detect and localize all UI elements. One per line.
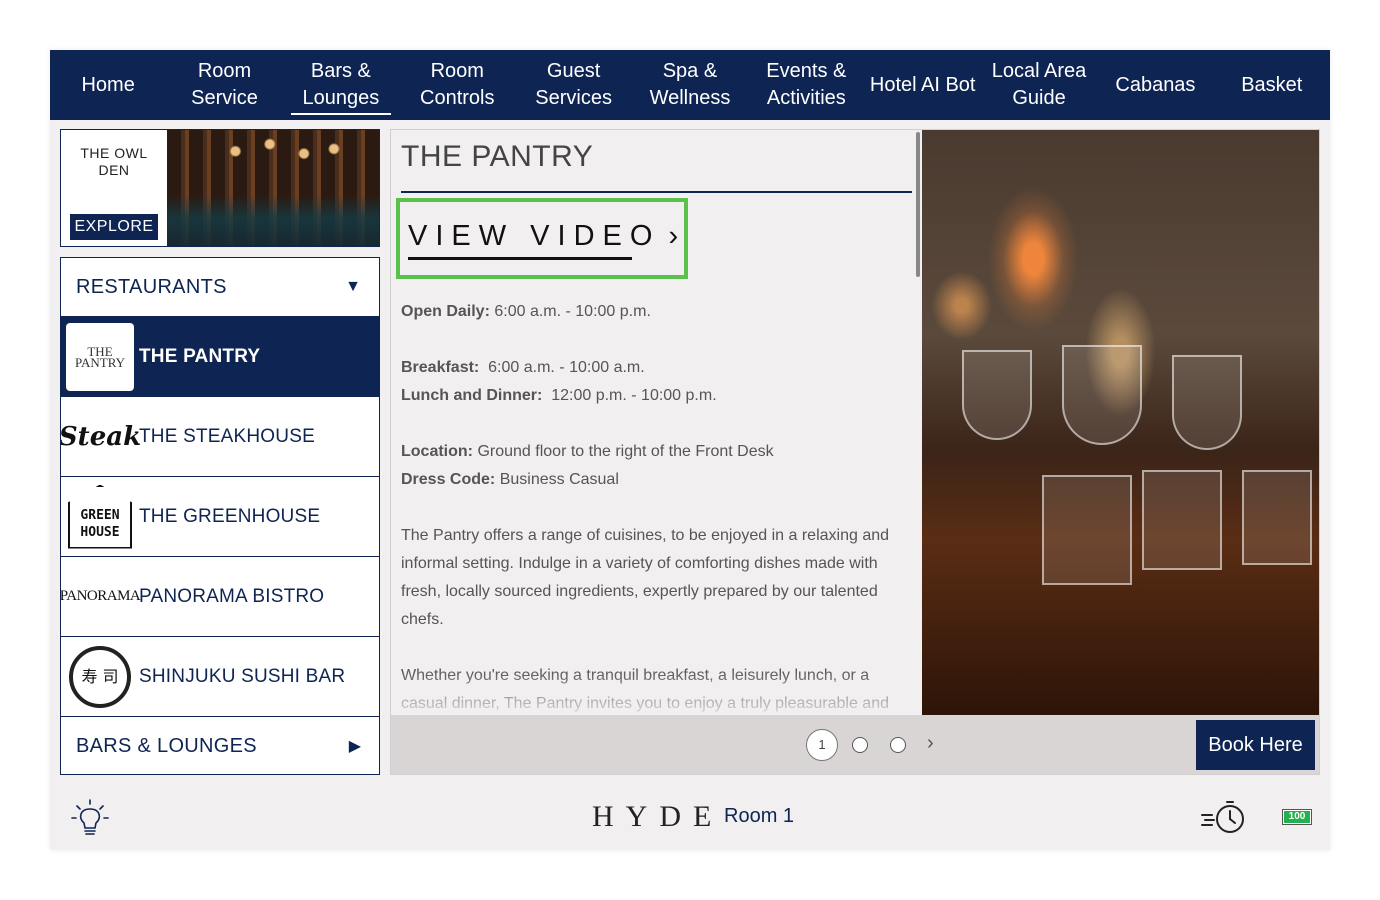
battery-level: 100 (1284, 811, 1310, 823)
wine-glass-image (1062, 345, 1142, 445)
panorama-logo: PANORAMA (60, 557, 141, 637)
wine-glass-image (1172, 355, 1242, 450)
nav-spa-wellness[interactable]: Spa & Wellness (632, 50, 748, 120)
restaurants-dropdown[interactable]: RESTAURANTS ▼ (61, 258, 379, 317)
page-dot-1[interactable]: 1 (806, 729, 838, 761)
room-label: Room 1 (724, 805, 795, 827)
venue-detail-panel: THE PANTRY VIEW VIDEO › Open Daily: 6:00… (390, 129, 1320, 775)
steakhouse-logo: Steak (60, 397, 142, 477)
page-dot-3[interactable] (890, 737, 906, 753)
timer-icon[interactable] (1200, 797, 1248, 837)
description-paragraph-2: Whether you're seeking a tranquil breakf… (401, 667, 889, 712)
view-video-text: VIEW VIDEO (408, 220, 661, 252)
menu-item-shinjuku-sushi-bar[interactable]: 寿 司 SHINJUKU SUSHI BAR (61, 637, 379, 717)
venue-menu: RESTAURANTS ▼ THE PANTRY THE PANTRY Stea… (60, 257, 380, 775)
venue-info: Open Daily: 6:00 a.m. - 10:00 p.m. Break… (401, 298, 916, 715)
dress-code: Dress Code: Business Casual (401, 471, 619, 488)
nav-room-controls[interactable]: Room Controls (399, 50, 515, 120)
nav-basket[interactable]: Basket (1214, 50, 1330, 120)
pantry-logo-mark: THE PANTRY (66, 322, 134, 391)
top-nav: Home Room Service Bars & Lounges Room Co… (50, 50, 1330, 120)
venue-detail-text[interactable]: THE PANTRY VIEW VIDEO › Open Daily: 6:00… (391, 130, 921, 715)
featured-venue-title: THE OWL DEN (80, 145, 148, 178)
panorama-logo-mark: PANORAMA (60, 588, 141, 604)
view-video-button[interactable]: VIEW VIDEO › (396, 198, 688, 279)
app-window: Home Room Service Bars & Lounges Room Co… (50, 50, 1330, 850)
nav-local-area-guide[interactable]: Local Area Guide (981, 50, 1097, 120)
menu-item-label: PANORAMA BISTRO (139, 585, 325, 607)
title-divider (401, 191, 912, 193)
featured-venue-info: THE OWL DEN EXPLORE (61, 130, 167, 246)
venue-photo (922, 130, 1319, 715)
view-video-underline (408, 257, 632, 260)
view-video-label: VIEW VIDEO › (408, 220, 678, 253)
tumbler-image (1042, 475, 1132, 585)
lunch-dinner-hours: Lunch and Dinner: 12:00 p.m. - 10:00 p.m… (401, 387, 717, 404)
page-title: THE PANTRY (401, 140, 594, 173)
greenhouse-logo: GREEN HOUSE (61, 477, 139, 557)
breakfast-hours: Breakfast: 6:00 a.m. - 10:00 a.m. (401, 359, 645, 376)
wine-glass-image (962, 350, 1032, 440)
restaurants-dropdown-label: RESTAURANTS (76, 275, 227, 298)
sushi-logo: 寿 司 (61, 637, 139, 717)
next-page-chevron-icon[interactable]: › (927, 732, 934, 755)
hotel-brand-logo: HYDE (592, 800, 724, 833)
nav-events-activities[interactable]: Events & Activities (748, 50, 864, 120)
nav-guest-services[interactable]: Guest Services (515, 50, 631, 120)
caret-down-icon: ▼ (345, 278, 361, 295)
menu-item-label: THE GREENHOUSE (139, 505, 321, 527)
menu-item-the-greenhouse[interactable]: GREEN HOUSE THE GREENHOUSE (61, 477, 379, 557)
explore-button[interactable]: EXPLORE (70, 214, 158, 240)
steakhouse-logo-mark: Steak (60, 421, 142, 452)
caret-right-icon: ▶ (348, 738, 361, 755)
featured-venue-card[interactable]: THE OWL DEN EXPLORE (60, 129, 380, 247)
menu-item-label: SHINJUKU SUSHI BAR (139, 665, 346, 687)
nav-bars-lounges[interactable]: Bars & Lounges (283, 50, 399, 120)
tumbler-image (1142, 470, 1222, 570)
nav-cabanas[interactable]: Cabanas (1097, 50, 1213, 120)
chevron-right-icon: › (660, 220, 679, 252)
bars-lounges-label: BARS & LOUNGES (76, 734, 257, 757)
pantry-logo: THE PANTRY (61, 317, 139, 397)
tumbler-image (1242, 470, 1312, 565)
greenhouse-logo-mark: GREEN HOUSE (68, 484, 132, 549)
menu-item-label: THE STEAKHOUSE (139, 425, 315, 447)
pagination-bar: 1 › Book Here (391, 715, 1319, 774)
open-hours: Open Daily: 6:00 a.m. - 10:00 p.m. (401, 303, 651, 320)
book-here-button[interactable]: Book Here (1196, 720, 1315, 770)
page-dot-2[interactable] (852, 737, 868, 753)
menu-item-label: THE PANTRY (139, 345, 261, 367)
bars-lounges-expander[interactable]: BARS & LOUNGES ▶ (61, 717, 379, 774)
menu-item-panorama-bistro[interactable]: PANORAMA PANORAMA BISTRO (61, 557, 379, 637)
status-footer: HYDE Room 1 100 (50, 785, 1330, 850)
menu-item-the-steakhouse[interactable]: Steak THE STEAKHOUSE (61, 397, 379, 477)
lightbulb-icon[interactable] (68, 797, 112, 841)
nav-home[interactable]: Home (50, 50, 166, 120)
menu-item-the-pantry[interactable]: THE PANTRY THE PANTRY (61, 317, 379, 397)
nav-room-service[interactable]: Room Service (166, 50, 282, 120)
sushi-logo-mark: 寿 司 (69, 645, 131, 708)
scrollbar[interactable] (916, 132, 920, 277)
location: Location: Ground floor to the right of t… (401, 443, 774, 460)
description-paragraph-1: The Pantry offers a range of cuisines, t… (401, 527, 890, 628)
battery-icon: 100 (1282, 809, 1312, 825)
featured-venue-image (167, 130, 379, 246)
nav-hotel-ai-bot[interactable]: Hotel AI Bot (865, 50, 981, 120)
